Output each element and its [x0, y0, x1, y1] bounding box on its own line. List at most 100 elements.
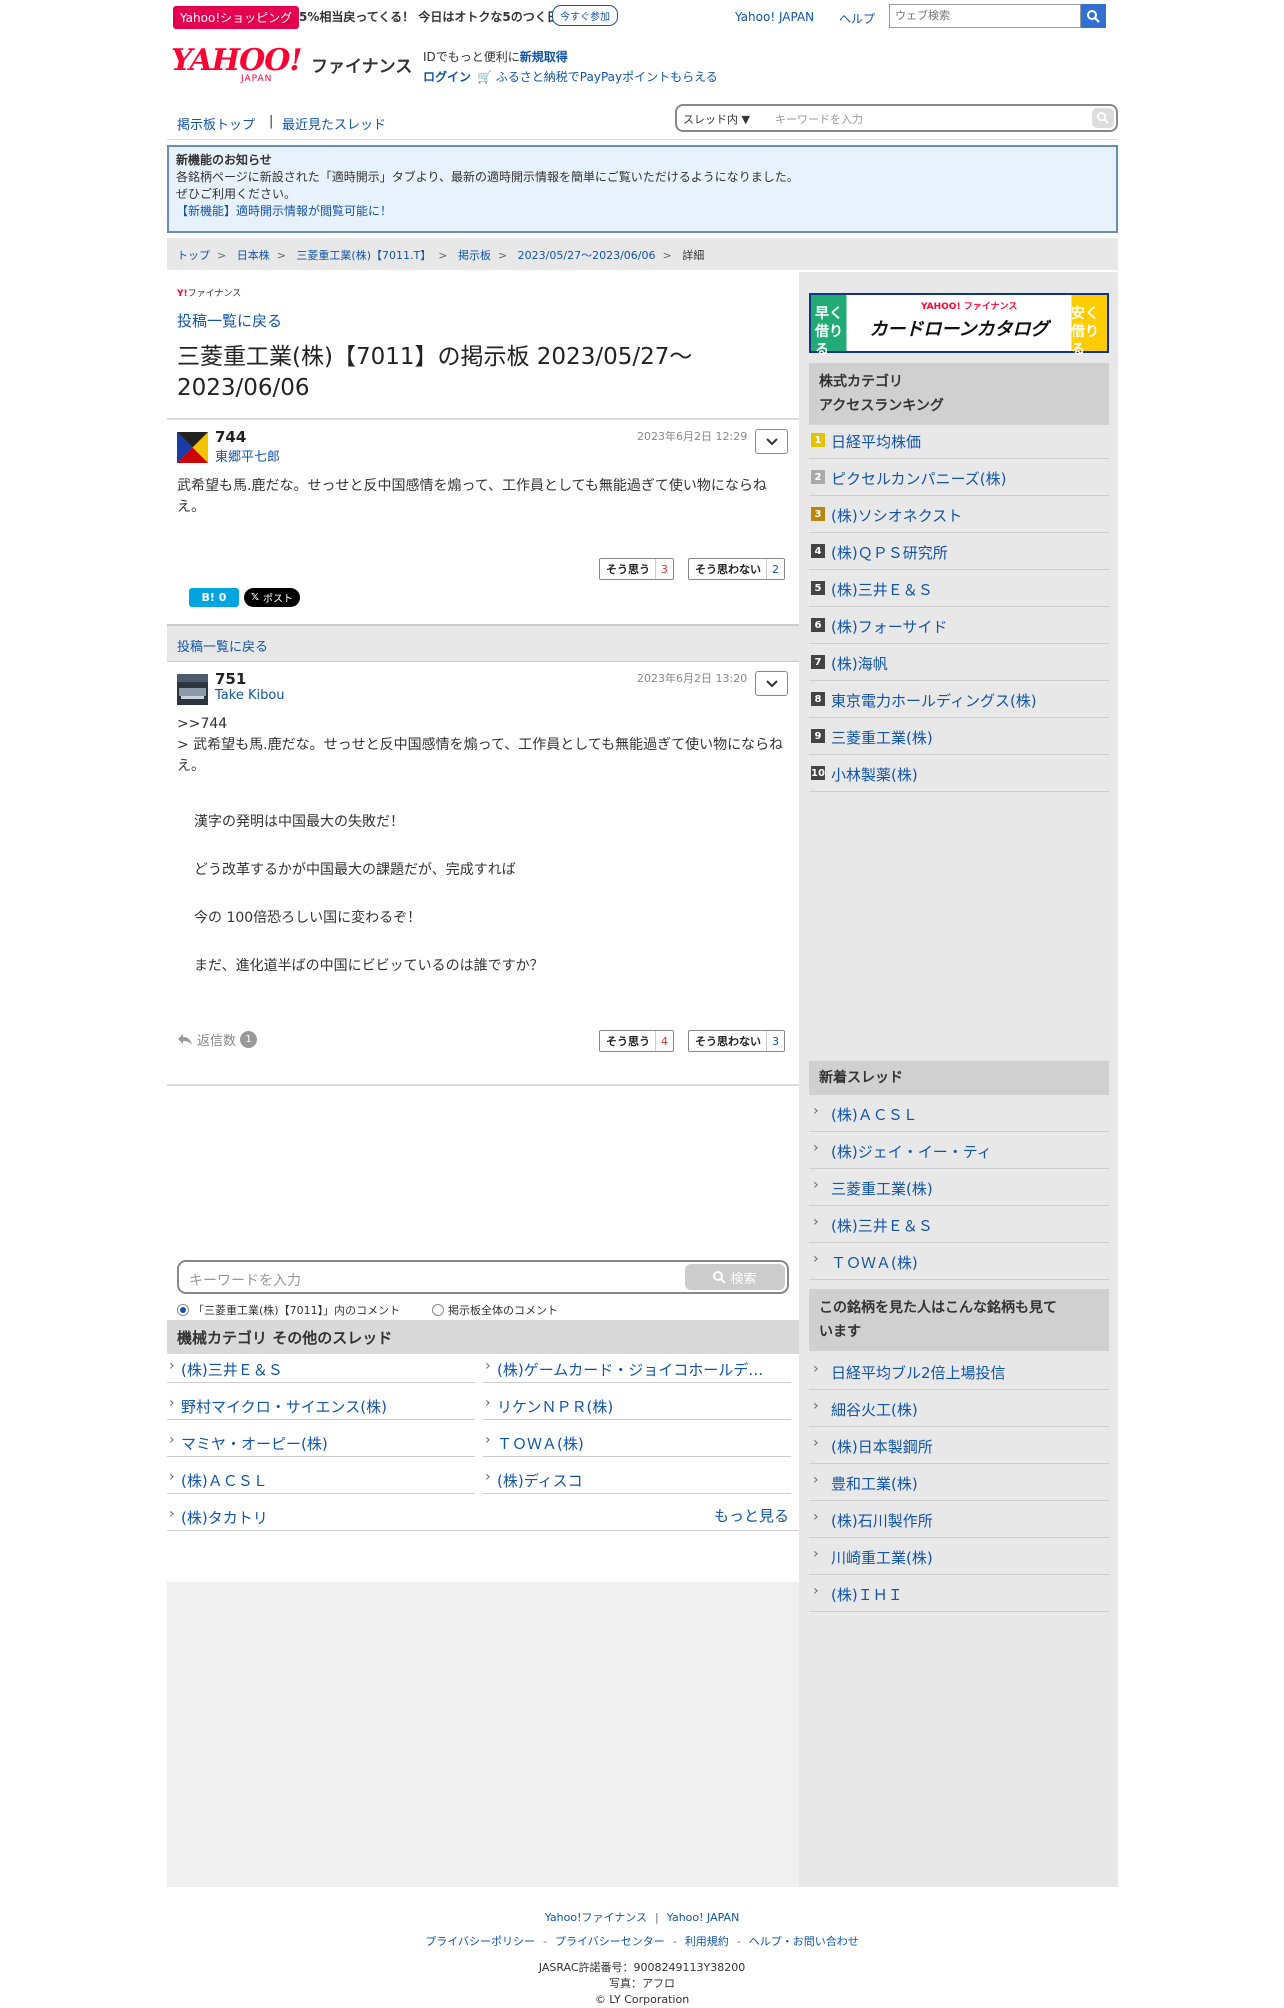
post-user[interactable]: Take Kibou — [215, 688, 285, 703]
footer-privacy-center-link[interactable]: プライバシーセンター — [555, 1935, 665, 1948]
yahoo-logo[interactable]: YAHOO! JAPAN — [171, 46, 309, 86]
category-thread-link[interactable]: (株)タカトリ — [167, 1502, 799, 1531]
category-thread-link[interactable]: (株)ＡＣＳＬ — [167, 1465, 475, 1494]
shopping-badge[interactable]: Yahoo!ショッピング — [173, 6, 300, 29]
footer-japan-link[interactable]: Yahoo! JAPAN — [667, 1911, 740, 1924]
ranking-item[interactable]: 10 小林製薬(株) — [809, 755, 1109, 792]
back-to-list-link[interactable]: 投稿一覧に戻る — [177, 640, 268, 655]
back-to-list-link[interactable]: 投稿一覧に戻る — [177, 310, 282, 331]
more-link[interactable]: もっと見る — [714, 1505, 789, 1526]
id-promo: IDでもっと便利に新規取得 — [423, 50, 568, 64]
new-thread-link[interactable]: (株)ジェイ・イー・ティ — [809, 1132, 1109, 1169]
ranking-header: 株式カテゴリ アクセスランキング — [809, 363, 1109, 425]
ranking-item[interactable]: 7 (株)海帆 — [809, 644, 1109, 681]
ranking-item[interactable]: 1 日経平均株価 — [809, 422, 1109, 459]
category-thread-link[interactable]: リケンＮＰＲ(株) — [483, 1391, 791, 1420]
nav-separator: | — [269, 114, 274, 129]
chevron-down-icon — [765, 679, 778, 687]
footer-copyright: © LY Corporation — [594, 1993, 690, 2006]
board-nav: 掲示板トップ | 最近見たスレッド スレッド内 ▼ キーワードを入力 — [167, 104, 1118, 140]
breadcrumb-top[interactable]: トップ — [177, 249, 210, 262]
finance-label[interactable]: ファイナンス — [311, 52, 412, 77]
category-thread-link[interactable]: (株)ディスコ — [483, 1465, 791, 1494]
also-viewed-link[interactable]: 日経平均ブル2倍上場投信 — [809, 1353, 1109, 1390]
new-thread-link[interactable]: (株)三井Ｅ＆Ｓ — [809, 1206, 1109, 1243]
radio-button[interactable] — [432, 1304, 444, 1316]
category-thread-link[interactable]: (株)ゲームカード・ジョイコホールデ… — [483, 1354, 791, 1383]
web-search-input[interactable] — [889, 4, 1081, 28]
also-viewed-link[interactable]: 川崎重工業(株) — [809, 1538, 1109, 1575]
disagree-button[interactable]: そう思わない 2 — [688, 558, 785, 580]
footer-finance-link[interactable]: Yahoo!ファイナンス — [545, 1911, 647, 1924]
ranking-item[interactable]: 8 東京電力ホールディングス(株) — [809, 681, 1109, 718]
breadcrumb-stock[interactable]: 三菱重工業(株)【7011.T】 — [296, 249, 431, 262]
search-icon — [1087, 9, 1100, 23]
thread-search-button[interactable] — [1092, 108, 1114, 128]
footer-terms-link[interactable]: 利用規約 — [685, 1935, 729, 1948]
ranking-item[interactable]: 6 (株)フォーサイド — [809, 607, 1109, 644]
hatena-bookmark-button[interactable]: B! 0 — [189, 588, 239, 607]
ranking-item[interactable]: 2 ピクセルカンパニーズ(株) — [809, 459, 1109, 496]
login-link[interactable]: ログイン — [423, 70, 471, 84]
card-loan-ad[interactable]: 早く借りる YAHOO! ファイナンス カードローンカタログ 安く借りる — [809, 293, 1109, 358]
rank-badge: 4 — [811, 544, 825, 558]
ranking-item[interactable]: 9 三菱重工業(株) — [809, 718, 1109, 755]
category-thread-link[interactable]: ＴＯＷＡ(株) — [483, 1428, 791, 1457]
new-thread-link[interactable]: 三菱重工業(株) — [809, 1169, 1109, 1206]
thread-search-input[interactable]: キーワードを入力 — [775, 111, 863, 127]
agree-button[interactable]: そう思う 4 — [599, 1030, 674, 1052]
footer-photo-credit: 写真：アフロ — [609, 1977, 675, 1990]
new-thread-link[interactable]: (株)ＡＣＳＬ — [809, 1095, 1109, 1132]
radio-thread-comments[interactable]: 「三菱重工業(株)【7011】」内のコメント — [177, 1302, 400, 1318]
avatar[interactable] — [177, 674, 208, 705]
footer-help-link[interactable]: ヘルプ・お問い合わせ — [749, 1935, 859, 1948]
ranking-item[interactable]: 5 (株)三井Ｅ＆Ｓ — [809, 570, 1109, 607]
promo-text[interactable]: 5%相当戻ってくる！ 今日はオトクな5のつく日 — [299, 8, 559, 25]
x-post-button[interactable]: 𝕏 ポスト — [244, 588, 300, 607]
notice-link[interactable]: 【新機能】適時開示情報が閲覧可能に！ — [176, 203, 1109, 220]
reply-icon — [178, 1034, 192, 1045]
radio-button[interactable] — [177, 1304, 189, 1316]
join-now-button[interactable]: 今すぐ参加 — [552, 5, 618, 26]
furusato-link[interactable]: ふるさと納税でPayPayポイントもらえる — [496, 70, 718, 84]
keyword-search-input[interactable]: キーワードを入力 — [189, 1270, 301, 1290]
web-search-button[interactable] — [1081, 4, 1106, 28]
also-viewed-link[interactable]: (株)日本製鋼所 — [809, 1427, 1109, 1464]
ranking-item[interactable]: 4 (株)ＱＰＳ研究所 — [809, 533, 1109, 570]
radio-all-comments[interactable]: 掲示板全体のコメント — [432, 1302, 558, 1318]
breadcrumb-japan-stocks[interactable]: 日本株 — [237, 249, 270, 262]
help-link[interactable]: ヘルプ — [839, 10, 875, 27]
post-menu-button[interactable] — [755, 671, 788, 696]
post-number[interactable]: 751 — [215, 670, 246, 688]
register-link[interactable]: 新規取得 — [520, 50, 568, 64]
keyword-search-button[interactable]: 検索 — [685, 1264, 785, 1290]
board-top-link[interactable]: 掲示板トップ — [177, 114, 255, 133]
avatar[interactable] — [177, 432, 208, 463]
login-row: ログイン 🛒 ふるさと納税でPayPayポイントもらえる — [423, 68, 718, 85]
also-viewed-link[interactable]: 細谷火工(株) — [809, 1390, 1109, 1427]
also-viewed-link[interactable]: (株)ＩＨＩ — [809, 1575, 1109, 1612]
disagree-button[interactable]: そう思わない 3 — [688, 1030, 785, 1052]
post-quote: > 武希望も馬.鹿だな。せっせと反中国感情を煽って、工作員としても無能過ぎて使い… — [177, 737, 784, 774]
new-thread-link[interactable]: ＴＯＷＡ(株) — [809, 1243, 1109, 1280]
post-menu-button[interactable] — [755, 429, 788, 454]
also-viewed-link[interactable]: 豊和工業(株) — [809, 1464, 1109, 1501]
breadcrumb-board[interactable]: 掲示板 — [458, 249, 491, 262]
post-number[interactable]: 744 — [215, 428, 246, 446]
main-content: Y!ファイナンス 投稿一覧に戻る 三菱重工業(株)【7011】の掲示板 2023… — [167, 272, 799, 1582]
ranking-item[interactable]: 3 (株)ソシオネクスト — [809, 496, 1109, 533]
yahoo-japan-link[interactable]: Yahoo! JAPAN — [735, 10, 814, 24]
category-thread-link[interactable]: マミヤ・オーピー(株) — [167, 1428, 475, 1457]
recent-threads-link[interactable]: 最近見たスレッド — [282, 114, 386, 133]
agree-button[interactable]: そう思う 3 — [599, 558, 674, 580]
scope-select[interactable]: スレッド内 ▼ — [683, 111, 750, 127]
category-thread-link[interactable]: (株)三井Ｅ＆Ｓ — [167, 1354, 475, 1383]
footer-privacy-link[interactable]: プライバシーポリシー — [425, 1935, 535, 1948]
post-user[interactable]: 東郷平七郎 — [215, 446, 280, 465]
also-viewed-link[interactable]: (株)石川製作所 — [809, 1501, 1109, 1538]
post-line: 漢字の発明は中国最大の失敗だ！ — [194, 814, 404, 830]
footer-jasrac: JASRAC許諾番号：9008249113Y38200 — [538, 1961, 746, 1974]
breadcrumb-period[interactable]: 2023/05/27〜2023/06/06 — [518, 249, 656, 262]
category-thread-link[interactable]: 野村マイクロ・サイエンス(株) — [167, 1391, 475, 1420]
reply-count[interactable]: 返信数 1 — [177, 1030, 258, 1049]
